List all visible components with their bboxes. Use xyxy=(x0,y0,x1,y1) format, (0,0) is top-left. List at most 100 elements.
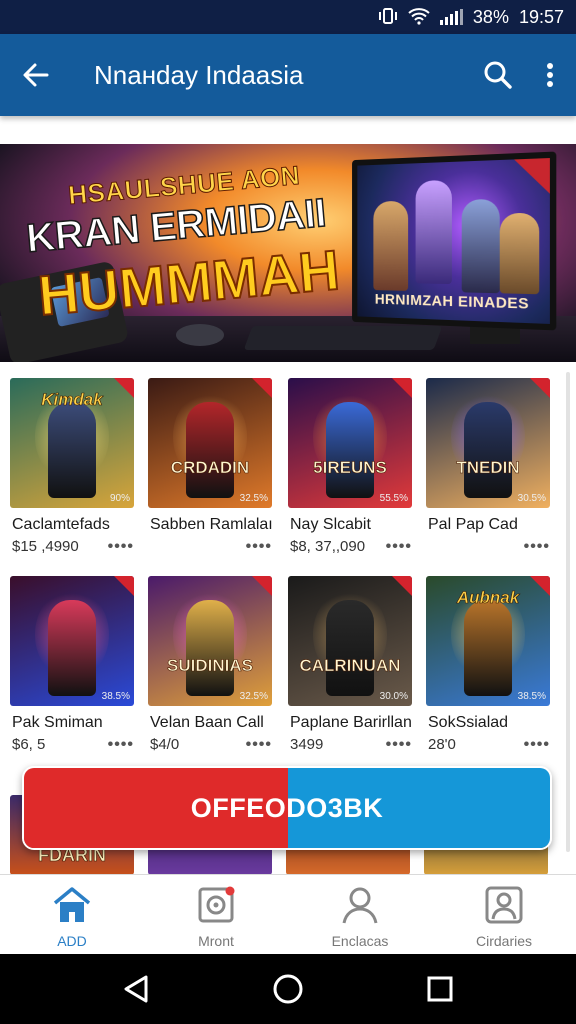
battery-text: 38% xyxy=(472,6,509,27)
thumbnail-percent: 32.5% xyxy=(239,691,268,702)
game-name: Pak Smiman xyxy=(12,714,103,731)
game-thumbnail: CRDADIN 32.5% xyxy=(148,378,272,508)
app-bar: Nnaнday Indaasia xyxy=(0,34,576,116)
game-name: Paplane Barirllan xyxy=(290,714,412,731)
system-home-button[interactable] xyxy=(258,959,318,1019)
nav-label-add: ADD xyxy=(57,933,87,949)
thumbnail-title: CALRINUAN xyxy=(299,656,401,676)
more-options-icon[interactable]: •••• xyxy=(386,538,412,556)
system-back-button[interactable] xyxy=(106,959,166,1019)
offer-label: OFFEODO3BK xyxy=(190,792,384,823)
signal-icon xyxy=(439,9,463,25)
game-card[interactable]: 5IREUNS 55.5% Nay Slcabit $8, 37,,090 •••• xyxy=(288,378,414,568)
thumbnail-percent: 30.5% xyxy=(517,493,546,504)
game-name: Caclamtefads xyxy=(12,516,110,533)
game-price: $8, 37,,090 xyxy=(290,538,366,555)
nav-item-cirdaries[interactable]: Cirdaries xyxy=(432,875,576,955)
corner-ribbon xyxy=(252,378,272,398)
game-price: $15 ,4990 xyxy=(12,538,79,555)
back-button[interactable] xyxy=(0,34,72,116)
thumbnail-title: CRDADIN xyxy=(170,458,250,478)
game-card[interactable]: CALRINUAN 30.0% Paplane Barirllan 3499 •••• xyxy=(288,576,414,766)
game-card[interactable]: Aubnak 38.5% SokSsialad 28'0 •••• xyxy=(426,576,552,766)
corner-ribbon xyxy=(392,378,412,398)
bottom-navigation: ADD Mront Enclacas Cirdaries xyxy=(0,874,576,954)
more-options-icon[interactable]: •••• xyxy=(108,538,134,556)
thumbnail-percent: 30.0% xyxy=(379,691,408,702)
game-price: $4/0 xyxy=(150,736,180,753)
vibrate-icon xyxy=(378,7,398,28)
character-art xyxy=(326,402,374,498)
more-options-icon[interactable]: •••• xyxy=(386,736,412,754)
game-thumbnail: TNEDIN 30.5% xyxy=(426,378,550,508)
game-card[interactable]: 38.5% Pak Smiman $6, 5 •••• xyxy=(10,576,136,766)
game-name: Nay Slcabit xyxy=(290,516,371,533)
character-art xyxy=(186,402,234,498)
search-button[interactable] xyxy=(472,34,524,116)
profile-icon xyxy=(338,883,382,927)
more-options-icon[interactable]: •••• xyxy=(246,538,272,556)
game-thumbnail: Aubnak 38.5% xyxy=(426,576,550,706)
game-price: 3499 xyxy=(290,736,324,753)
character-art xyxy=(464,600,512,696)
system-navigation-bar xyxy=(0,954,576,1024)
more-options-icon[interactable]: •••• xyxy=(524,538,550,556)
media-icon xyxy=(194,883,238,927)
thumbnail-percent: 55.5% xyxy=(379,493,408,504)
search-icon xyxy=(484,61,512,89)
thumbnail-percent: 38.5% xyxy=(101,691,130,702)
monitor-art: HRNIMZAH EINADES xyxy=(352,151,557,331)
game-card[interactable]: SUIDINIAS 32.5% Velan Baan Call $4/0 •••• xyxy=(148,576,274,766)
thumbnail-title: Aubnak xyxy=(456,588,520,608)
game-card[interactable]: TNEDIN 30.5% Pal Pap Cad •••• xyxy=(426,378,552,568)
character-art xyxy=(48,600,96,696)
nav-item-enclacas[interactable]: Enclacas xyxy=(288,875,432,955)
game-card[interactable]: Kimdak 90% Caclamtefads $15 ,4990 •••• xyxy=(10,378,136,568)
overflow-menu-button[interactable] xyxy=(524,34,576,116)
game-name: Sabben Ramlalaı xyxy=(150,516,273,533)
more-vert-icon xyxy=(547,63,553,87)
status-bar: 38% 19:57 xyxy=(0,0,576,34)
game-thumbnail: CALRINUAN 30.0% xyxy=(288,576,412,706)
game-thumbnail: Kimdak 90% xyxy=(10,378,134,508)
corner-ribbon xyxy=(252,576,272,596)
more-options-icon[interactable]: •••• xyxy=(246,736,272,754)
character-art xyxy=(48,402,96,498)
nav-item-mront[interactable]: Mront xyxy=(144,875,288,955)
thumbnail-title: Kimdak xyxy=(41,390,103,410)
game-thumbnail: SUIDINIAS 32.5% xyxy=(148,576,272,706)
arrow-back-icon xyxy=(23,63,49,87)
thumbnail-percent: 38.5% xyxy=(517,691,546,702)
corner-ribbon xyxy=(530,378,550,398)
game-name: Velan Baan Call xyxy=(150,714,264,731)
keyboard-art xyxy=(243,326,443,350)
character-art xyxy=(186,600,234,696)
more-options-icon[interactable]: •••• xyxy=(108,736,134,754)
corner-ribbon xyxy=(114,576,134,596)
more-options-icon[interactable]: •••• xyxy=(524,736,550,754)
page-title: Nnaнday Indaasia xyxy=(94,59,304,90)
circle-home-icon xyxy=(273,974,303,1004)
thumbnail-title: SUIDINIAS xyxy=(167,656,254,676)
thumbnail-percent: 32.5% xyxy=(239,493,268,504)
clock-text: 19:57 xyxy=(518,6,564,27)
home-icon xyxy=(50,883,94,927)
game-thumbnail: 38.5% xyxy=(10,576,134,706)
offer-button[interactable]: OFFEODO3BK xyxy=(22,766,552,850)
nav-label-enclacas: Enclacas xyxy=(331,933,389,949)
scrollbar[interactable] xyxy=(566,372,570,852)
promo-banner[interactable]: HRNIMZAH EINADES HSAULSHUE AON KRAN ERMI… xyxy=(0,144,576,362)
game-card[interactable]: CRDADIN 32.5% Sabben Ramlalaı •••• xyxy=(148,378,274,568)
game-thumbnail: 5IREUNS 55.5% xyxy=(288,378,412,508)
thumbnail-title: TNEDIN xyxy=(456,458,520,478)
monitor-caption: HRNIMZAH EINADES xyxy=(374,291,530,313)
nav-label-cirdaries: Cirdaries xyxy=(475,933,532,949)
square-recents-icon xyxy=(427,976,453,1002)
nav-item-add[interactable]: ADD xyxy=(0,875,144,955)
game-name: SokSsialad xyxy=(428,714,509,731)
corner-ribbon xyxy=(392,576,412,596)
corner-ribbon xyxy=(514,158,550,195)
triangle-back-icon xyxy=(124,975,148,1003)
game-price: $6, 5 xyxy=(12,736,46,753)
system-recents-button[interactable] xyxy=(410,959,470,1019)
